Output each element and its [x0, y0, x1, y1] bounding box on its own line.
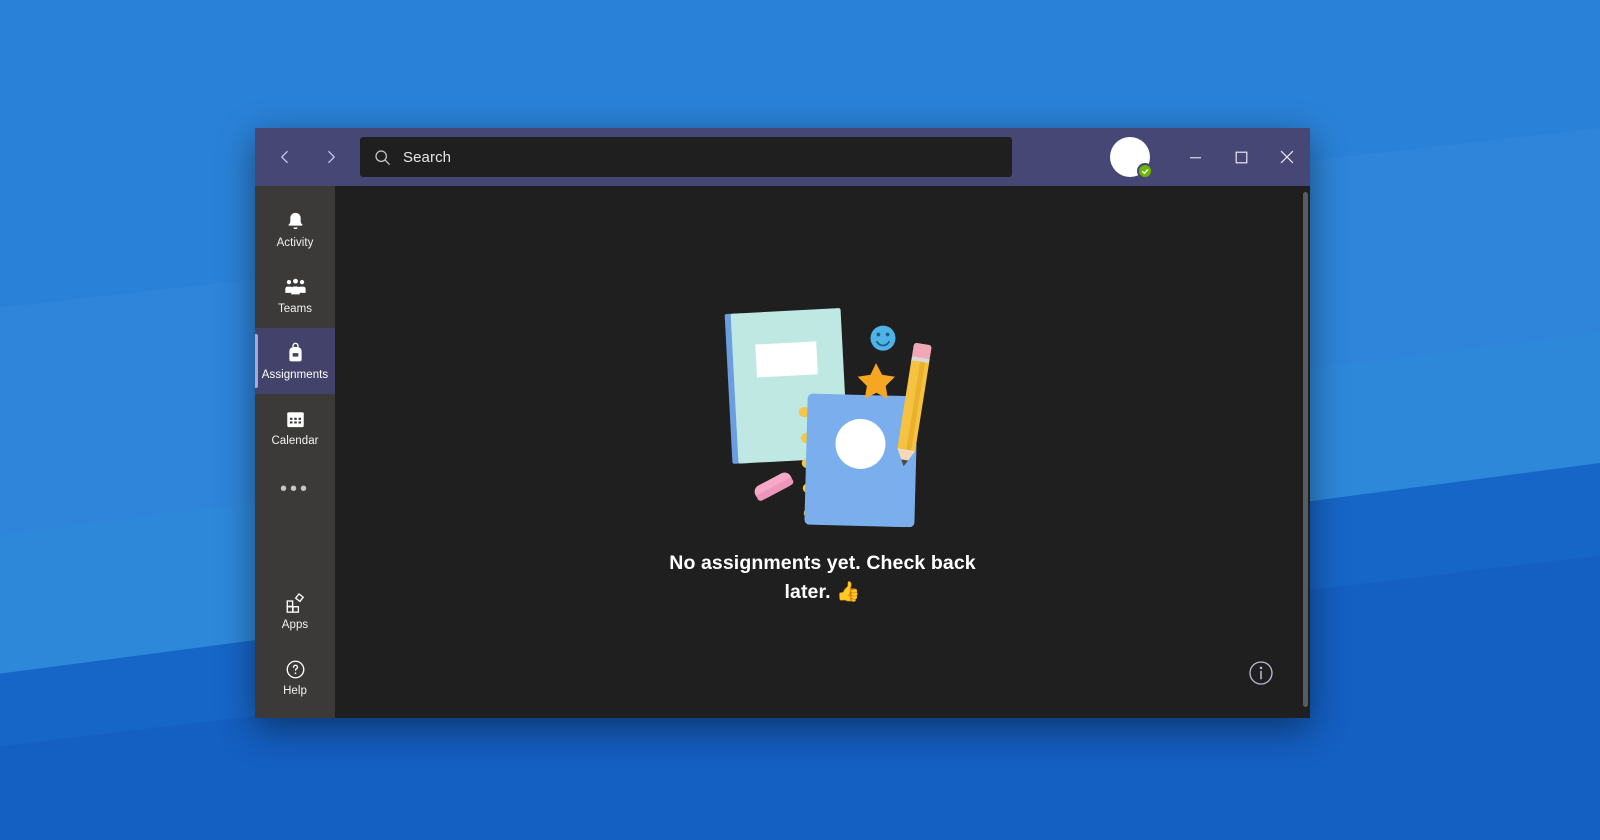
sidebar-item-help[interactable]: Help — [255, 644, 335, 710]
sidebar-item-teams[interactable]: Teams — [255, 262, 335, 328]
forward-button[interactable] — [315, 141, 347, 173]
sidebar-item-label: Assignments — [261, 368, 329, 381]
back-button[interactable] — [269, 141, 301, 173]
sidebar-item-label: Calendar — [271, 434, 319, 447]
sidebar-item-activity[interactable]: Activity — [255, 196, 335, 262]
app-sidebar: Activity Teams Assignments Calendar ••• … — [255, 186, 335, 718]
minimize-button[interactable] — [1172, 128, 1218, 186]
info-button[interactable] — [1248, 660, 1274, 686]
teams-app-window: Search Activity Teams Assignments Calend… — [255, 128, 1310, 718]
content-scrollbar-track[interactable] — [1300, 186, 1310, 718]
sidebar-more-button[interactable]: ••• — [255, 460, 335, 518]
sidebar-item-assignments[interactable]: Assignments — [255, 328, 335, 394]
assignments-content-area: No assignments yet. Check back later. 👍 — [335, 186, 1310, 718]
sidebar-item-label: Teams — [277, 302, 313, 315]
window-body: Activity Teams Assignments Calendar ••• … — [255, 186, 1310, 718]
search-placeholder-text: Search — [403, 148, 452, 166]
sidebar-item-calendar[interactable]: Calendar — [255, 394, 335, 460]
sidebar-item-label: Apps — [281, 618, 309, 631]
apps-icon — [284, 591, 307, 617]
navigation-arrows — [255, 141, 360, 173]
empty-state: No assignments yet. Check back later. 👍 — [593, 297, 1053, 607]
empty-state-illustration — [708, 297, 938, 528]
search-icon — [374, 149, 391, 166]
window-titlebar: Search — [255, 128, 1310, 186]
avatar[interactable] — [1110, 137, 1153, 179]
search-input[interactable]: Search — [360, 137, 1012, 177]
content-scrollbar-thumb[interactable] — [1303, 192, 1308, 707]
bell-icon — [284, 209, 307, 235]
empty-state-message: No assignments yet. Check back later. 👍 — [669, 552, 976, 603]
titlebar-right-controls — [1110, 128, 1310, 186]
backpack-icon — [284, 341, 307, 367]
presence-available-badge — [1137, 163, 1153, 179]
sidebar-item-label: Activity — [276, 236, 314, 249]
calendar-icon — [284, 407, 307, 433]
question-circle-icon — [284, 657, 307, 683]
people-icon — [283, 275, 308, 301]
sidebar-item-label: Help — [283, 684, 307, 697]
close-button[interactable] — [1264, 128, 1310, 186]
maximize-button[interactable] — [1218, 128, 1264, 186]
desktop-background: Search Activity Teams Assignments Calend… — [0, 0, 1600, 840]
sidebar-item-apps[interactable]: Apps — [255, 578, 335, 644]
